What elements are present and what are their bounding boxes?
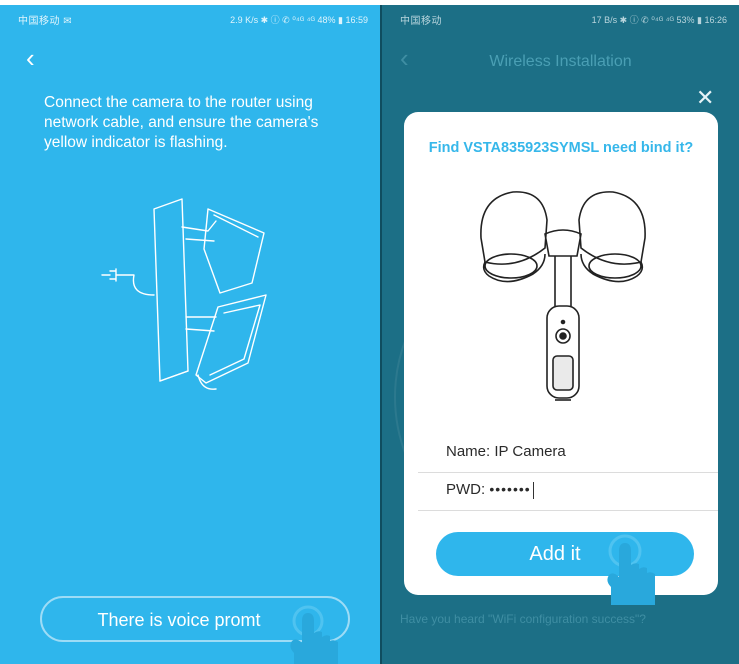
add-it-label: Add it [529, 543, 581, 565]
configuration-hint: Have you heard "WiFi configuration succe… [400, 612, 646, 626]
password-row: PWD: ••••••• [446, 481, 534, 499]
floodlight-camera-image [480, 191, 646, 401]
status-bar: 中国移动 ✉ 2.9 K/s ✱ ⓘ ✆ ⁰⁴ᴳ ⁴ᴳ 48% ▮ 16:59 [0, 5, 380, 31]
name-field[interactable]: Name: IP Camera [418, 432, 718, 473]
status-indicators: 2.9 K/s ✱ ⓘ ✆ ⁰⁴ᴳ ⁴ᴳ 48% ▮ 16:59 [230, 15, 368, 25]
carrier-label: 中国移动 [400, 16, 442, 27]
camera-router-illustration [101, 198, 267, 390]
close-icon[interactable]: ✕ [696, 85, 714, 111]
wireless-installation-screen: 中国移动 17 B/s ✱ ⓘ ✆ ⁰⁴ᴳ ⁴ᴳ 53% ▮ 16:26 ‹ W… [382, 5, 739, 664]
tap-hand-icon [607, 534, 655, 605]
text-cursor [532, 481, 534, 499]
voice-prompt-label: There is voice promt [97, 610, 261, 630]
password-field[interactable]: PWD: ••••••• [418, 470, 718, 511]
dialog-title: Find VSTA835923SYMSL need bind it? [428, 140, 694, 156]
status-indicators: 17 B/s ✱ ⓘ ✆ ⁰⁴ᴳ ⁴ᴳ 53% ▮ 16:26 [591, 15, 727, 25]
carrier-label: 中国移动 ✉ [18, 16, 73, 27]
tap-hand-icon [290, 605, 338, 664]
instruction-text: Connect the camera to the router using n… [44, 94, 319, 151]
status-bar: 中国移动 17 B/s ✱ ⓘ ✆ ⁰⁴ᴳ ⁴ᴳ 53% ▮ 16:26 [382, 5, 739, 31]
name-label: Name: IP Camera [446, 443, 566, 460]
app-comparison-screenshot: 中国移动 ✉ 2.9 K/s ✱ ⓘ ✆ ⁰⁴ᴳ ⁴ᴳ 48% ▮ 16:59 … [0, 0, 739, 664]
page-title: Wireless Installation [489, 53, 632, 70]
connect-camera-screen: 中国移动 ✉ 2.9 K/s ✱ ⓘ ✆ ⁰⁴ᴳ ⁴ᴳ 48% ▮ 16:59 … [0, 5, 380, 664]
password-value: ••••••• [489, 481, 531, 497]
back-arrow-icon[interactable]: ‹ [26, 45, 35, 71]
bind-camera-dialog: Find VSTA835923SYMSL need bind it? Name:… [404, 112, 718, 595]
password-label: PWD: [446, 481, 486, 498]
